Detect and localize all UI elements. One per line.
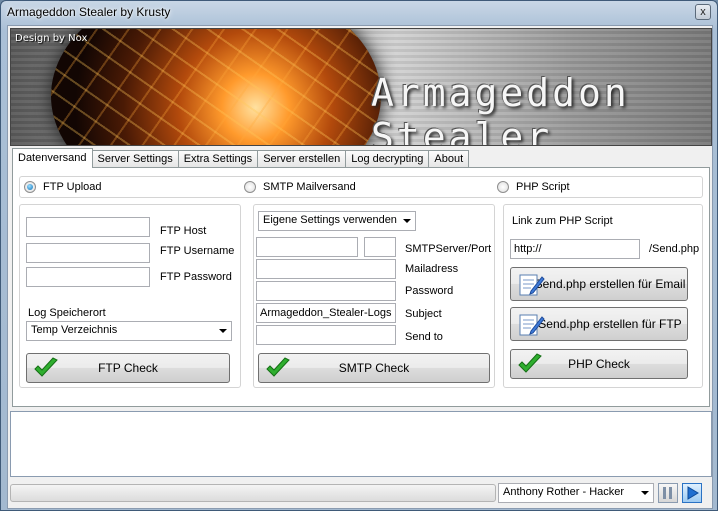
smtp-mailaddress-input[interactable] [256, 259, 396, 279]
radio-selected-icon [24, 181, 36, 193]
tab-server-erstellen[interactable]: Server erstellen [257, 150, 347, 168]
window-title: Armageddon Stealer by Krusty [7, 5, 171, 19]
ftp-username-label: FTP Username [160, 245, 235, 257]
pause-icon [663, 487, 672, 499]
checkmark-icon [518, 353, 542, 373]
ftp-username-input[interactable] [26, 243, 150, 263]
smtp-subject-label: Subject [405, 308, 442, 320]
radio-unselected-icon [244, 181, 256, 193]
php-check-button[interactable]: PHP Check [510, 349, 688, 379]
music-track-value: Anthony Rother - Hacker [503, 486, 625, 498]
smtp-check-button[interactable]: SMTP Check [258, 353, 490, 383]
main-window: Armageddon Stealer by Krusty x Design by… [0, 0, 718, 511]
progress-bar [10, 484, 496, 502]
send-method-group: FTP Upload SMTP Mailversand PHP Script [19, 176, 703, 198]
log-location-value: Temp Verzeichnis [31, 324, 118, 336]
php-check-label: PHP Check [568, 357, 630, 371]
edit-document-icon [519, 274, 545, 296]
smtp-port-input[interactable] [364, 237, 396, 257]
smtp-group: Eigene Settings verwenden SMTPServer/Por… [253, 204, 495, 388]
banner: Design by Nox Armageddon Stealer [10, 28, 712, 146]
create-send-php-ftp-button[interactable]: Send.php erstellen für FTP [510, 307, 688, 341]
smtp-password-input[interactable] [256, 281, 396, 301]
radio-ftp-upload[interactable]: FTP Upload [24, 181, 102, 193]
smtp-settings-select[interactable]: Eigene Settings verwenden [258, 211, 416, 231]
php-url-input[interactable] [510, 239, 640, 259]
radio-label: FTP Upload [43, 181, 102, 193]
smtp-settings-value: Eigene Settings verwenden [263, 214, 397, 226]
pause-button[interactable] [658, 483, 678, 503]
create-send-php-email-button[interactable]: Send.php erstellen für Email [510, 267, 688, 301]
smtp-password-label: Password [405, 285, 454, 297]
smtp-subject-input[interactable] [256, 303, 396, 323]
tab-server-settings[interactable]: Server Settings [91, 150, 179, 168]
smtp-server-input[interactable] [256, 237, 358, 257]
php-link-label: Link zum PHP Script [512, 215, 613, 227]
play-icon [687, 486, 699, 500]
tab-page-datenversand: FTP Upload SMTP Mailversand PHP Script F… [12, 167, 710, 407]
tab-datenversand[interactable]: Datenversand [12, 148, 93, 168]
php-suffix-label: /Send.php [649, 243, 700, 255]
ftp-host-label: FTP Host [160, 225, 207, 237]
checkmark-icon [266, 357, 290, 377]
tab-about[interactable]: About [428, 150, 470, 168]
ftp-host-input[interactable] [26, 217, 150, 237]
radio-php-script[interactable]: PHP Script [497, 181, 570, 193]
chevron-down-icon [219, 329, 227, 333]
smtp-send-to-input[interactable] [256, 325, 396, 345]
ftp-group: FTP Host FTP Username FTP Password Log S… [19, 204, 241, 388]
smtp-send-to-label: Send to [405, 331, 443, 343]
radio-label: SMTP Mailversand [263, 181, 356, 193]
php-group: Link zum PHP Script /Send.php Send.php e… [503, 204, 703, 388]
tab-extra-settings[interactable]: Extra Settings [177, 150, 259, 168]
checkmark-icon [34, 357, 58, 377]
radio-unselected-icon [497, 181, 509, 193]
chevron-down-icon [403, 219, 411, 223]
tab-bar: Datenversand Server Settings Extra Setti… [12, 148, 470, 168]
ftp-check-button[interactable]: FTP Check [26, 353, 230, 383]
music-track-select[interactable]: Anthony Rother - Hacker [498, 483, 654, 503]
log-location-label: Log Speicherort [28, 307, 106, 319]
chevron-down-icon [641, 491, 649, 495]
radio-smtp-mailversand[interactable]: SMTP Mailversand [244, 181, 356, 193]
smtp-server-port-label: SMTPServer/Port [405, 243, 492, 255]
ftp-check-label: FTP Check [98, 361, 158, 375]
radio-label: PHP Script [516, 181, 570, 193]
close-button[interactable]: x [695, 4, 711, 20]
play-button[interactable] [682, 483, 702, 503]
design-credit: Design by Nox [15, 33, 88, 44]
edit-document-icon [519, 314, 545, 336]
smtp-check-label: SMTP Check [338, 361, 410, 375]
banner-title: Armageddon Stealer [371, 71, 630, 146]
client-area: Design by Nox Armageddon Stealer Datenve… [7, 25, 713, 509]
log-output-area[interactable] [10, 411, 712, 477]
title-bar[interactable]: Armageddon Stealer by Krusty x [1, 1, 717, 25]
smtp-mailaddress-label: Mailadress [405, 263, 459, 275]
ftp-password-label: FTP Password [160, 271, 232, 283]
ftp-password-input[interactable] [26, 267, 150, 287]
log-location-select[interactable]: Temp Verzeichnis [26, 321, 232, 341]
tab-log-decrypting[interactable]: Log decrypting [345, 150, 430, 168]
